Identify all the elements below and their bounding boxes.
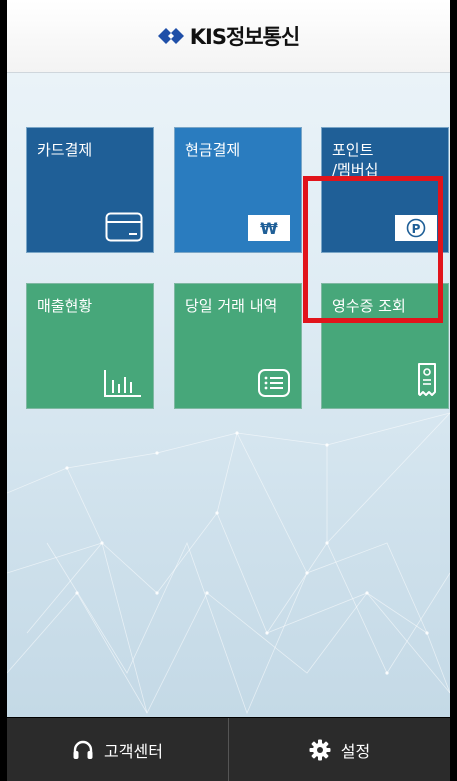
bar-chart-icon: [104, 370, 141, 397]
menu-area: 카드결제 현금결제 ₩ 포인트 /멤버십 P 매출현황 당일 거래 내역 영수증…: [7, 73, 450, 717]
settings-button[interactable]: 설정: [229, 718, 450, 781]
tile-card-payment[interactable]: 카드결제: [26, 127, 154, 253]
logo-text: KIS정보통신: [189, 25, 300, 49]
customer-center-button[interactable]: 고객센터: [7, 718, 228, 781]
list-icon: [258, 369, 290, 397]
tile-label: 매출현황: [37, 297, 93, 315]
tile-label: 현금결제: [185, 141, 241, 159]
kis-logo-icon: [157, 28, 184, 44]
tile-label: 당일 거래 내역: [185, 297, 278, 315]
receipt-icon: [418, 363, 436, 396]
app-header: KIS정보통신: [7, 0, 450, 73]
bottom-bar: 고객센터 설정: [7, 718, 450, 781]
won-symbol: ₩: [260, 219, 278, 238]
kis-logo: KIS정보통신: [157, 21, 300, 51]
tile-label: 카드결제: [37, 141, 93, 159]
customer-center-label: 고객센터: [104, 741, 163, 761]
headset-icon: [73, 740, 93, 759]
tile-today-transactions[interactable]: 당일 거래 내역: [174, 283, 302, 409]
tile-label: 포인트 /멤버십: [332, 141, 379, 179]
selection-highlight: [303, 176, 443, 323]
won-icon: ₩: [248, 215, 290, 241]
settings-label: 설정: [340, 741, 371, 761]
card-icon: [105, 212, 143, 242]
gear-icon: [309, 739, 331, 760]
tile-cash-payment[interactable]: 현금결제 ₩: [174, 127, 302, 253]
tile-sales-status[interactable]: 매출현황: [26, 283, 154, 409]
app-screen: KIS정보통신 카드결제 현금결제 ₩ 포인트 /멤버십 P 매출현황 당일 거…: [0, 0, 457, 781]
